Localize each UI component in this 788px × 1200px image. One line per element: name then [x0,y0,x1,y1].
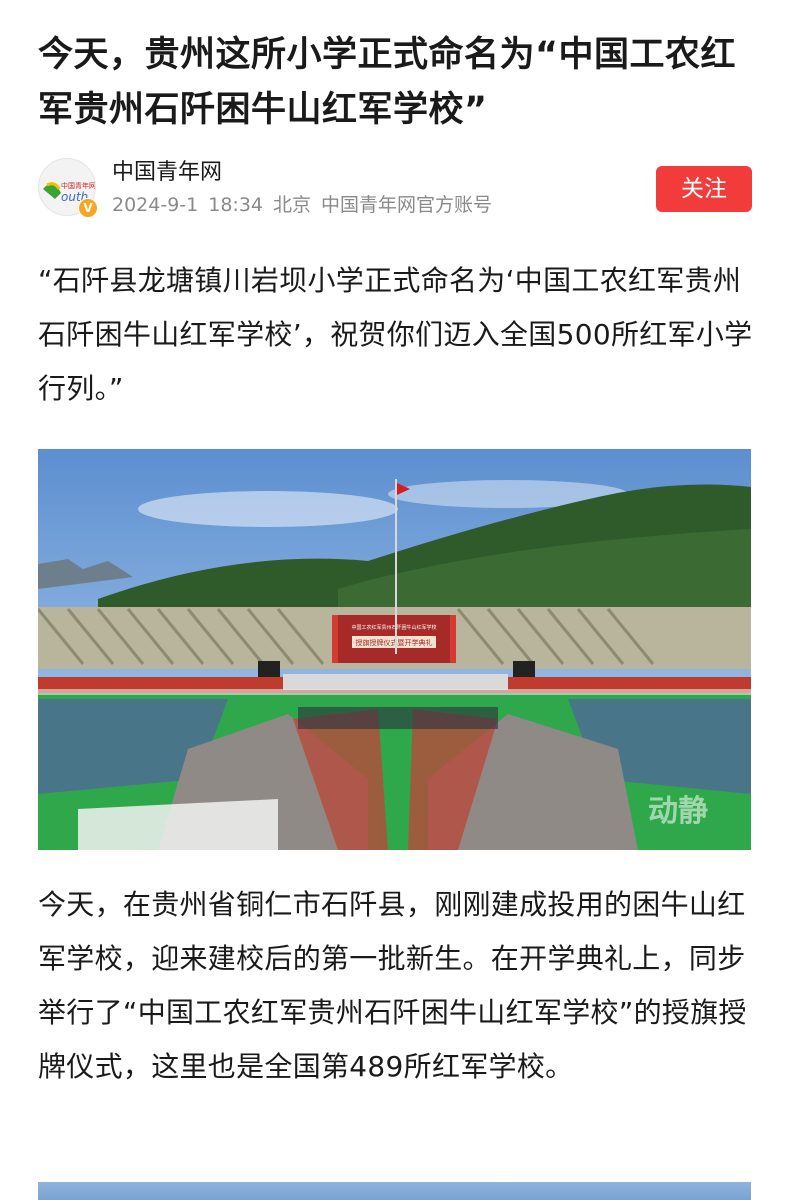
post-time: 18:34 [208,194,264,216]
author-row: 中国青年网 outh V 中国青年网 2024-9-1 18:34 北京 中国青年网官… [38,158,752,218]
photo-watermark: 动静 [648,794,708,829]
post-date: 2024-9-1 [112,194,199,216]
follow-button[interactable]: 关注 [656,166,752,212]
ceremony-image: 中国工农红军贵州石阡困牛山红军学校 授旗授牌仪式暨开学典礼 动静 [38,449,751,850]
photo-banner-line1: 中国工农红军贵州石阡困牛山红军学校 [351,624,436,631]
photo-banner-line2: 授旗授牌仪式暨开学典礼 [356,638,433,647]
author-name[interactable]: 中国青年网 [112,158,222,188]
article-title: 今天，贵州这所小学正式命名为“中国工农红军贵州石阡困牛山红军学校” [38,35,737,130]
quote-paragraph: “石阡县龙塘镇川岩坝小学正式命名为‘中国工农红军贵州石阡困牛山红军学校’，祝贺你… [38,264,753,405]
post-meta: 2024-9-1 18:34 北京 中国青年网官方账号 [112,192,502,218]
body-paragraph: 今天，在贵州省铜仁市石阡县，刚刚建成投用的困牛山红军学校，迎来建校后的第一批新生… [38,888,747,1083]
article-photo[interactable]: 中国工农红军贵州石阡困牛山红军学校 授旗授牌仪式暨开学典礼 动静 [38,449,751,850]
post-location: 北京 [273,194,312,216]
avatar-logo-text: 中国青年网 [61,181,96,190]
verified-badge-icon: V [78,198,98,218]
account-type: 中国青年网官方账号 [321,194,493,216]
next-article-photo[interactable] [38,1182,751,1200]
